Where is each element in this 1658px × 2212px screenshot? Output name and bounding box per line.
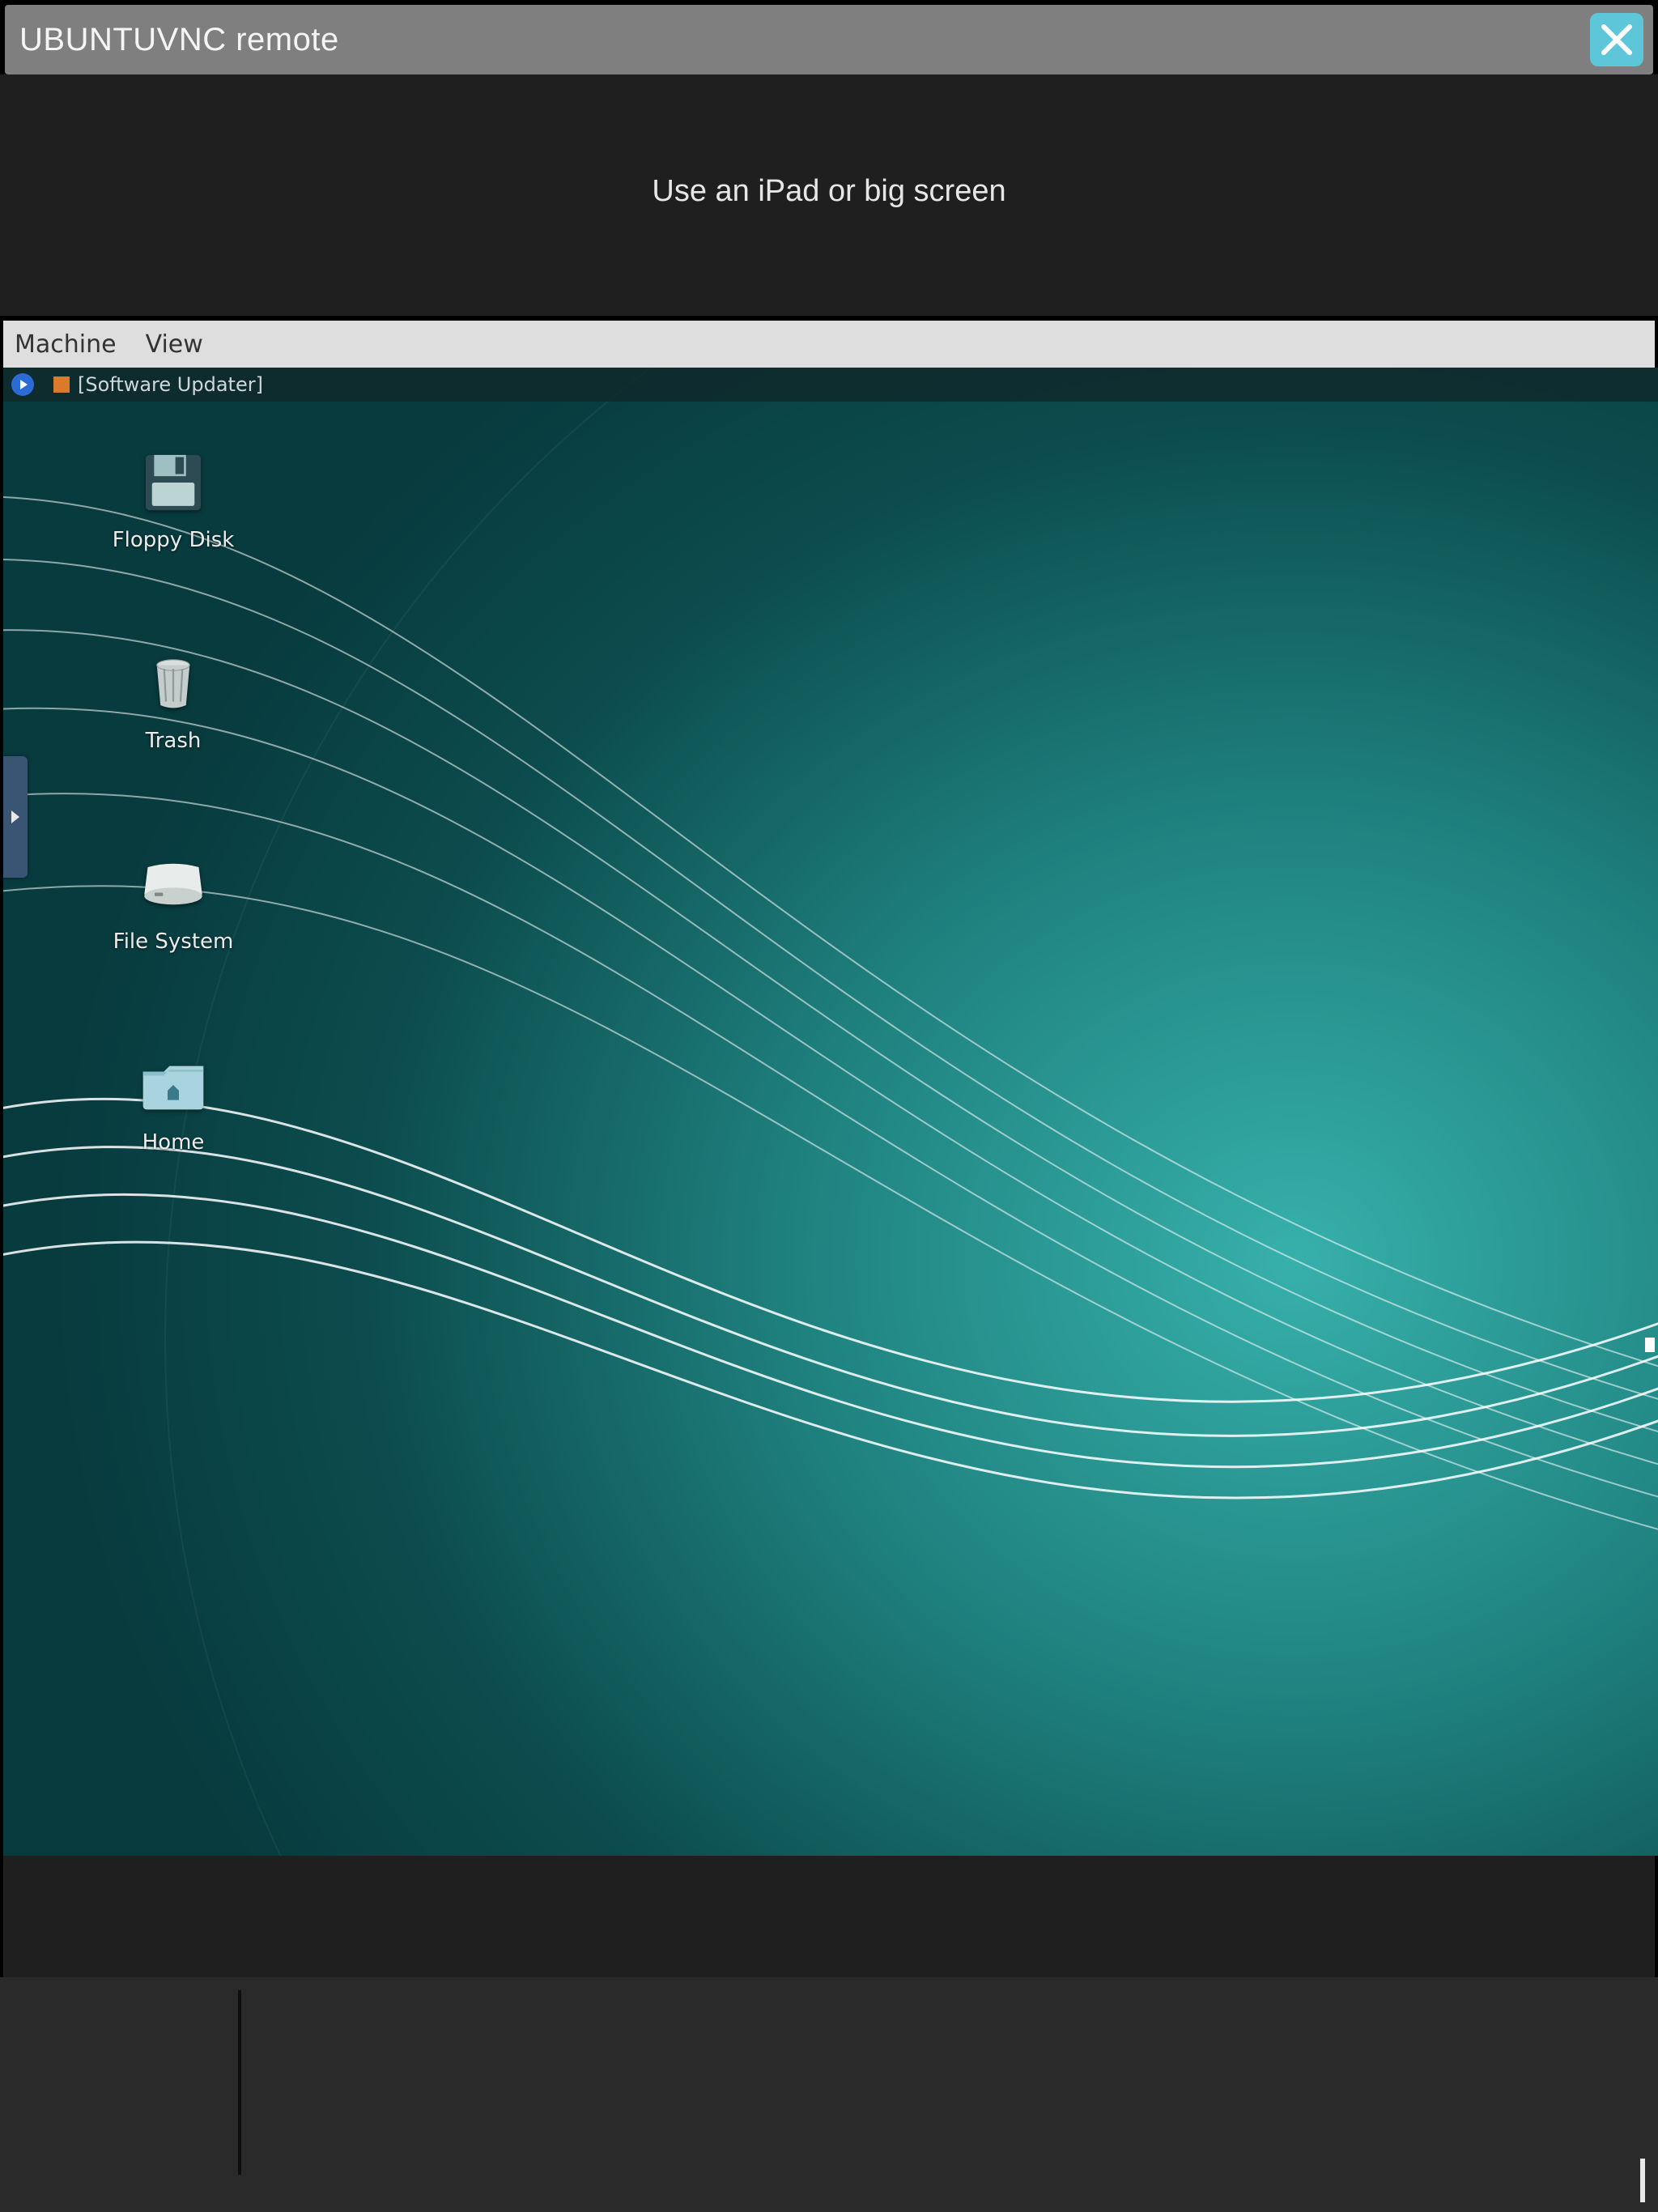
mouse-cursor <box>1645 1338 1655 1352</box>
keyboard-divider <box>238 1990 241 2175</box>
taskbar-item-software-updater[interactable]: [Software Updater] <box>45 372 271 398</box>
menu-view[interactable]: View <box>146 330 203 359</box>
desktop-icon-label: Trash <box>146 729 202 753</box>
drive-icon <box>139 850 207 918</box>
desktop-icon-label: Floppy Disk <box>113 528 235 552</box>
desktop-icon-trash[interactable]: Trash <box>76 649 270 753</box>
floppy-disk-icon <box>139 449 207 517</box>
menu-machine[interactable]: Machine <box>15 330 117 359</box>
home-folder-icon <box>139 1051 207 1119</box>
close-button[interactable] <box>1590 13 1643 66</box>
outer-titlebar: UBUNTUVNC remote <box>5 5 1653 74</box>
desktop-icon-floppy[interactable]: Floppy Disk <box>76 449 270 552</box>
side-panel-handle[interactable] <box>3 756 28 878</box>
desktop-icons: Floppy Disk Trash File Sy <box>76 449 270 1252</box>
desktop-icon-filesystem[interactable]: File System <box>76 850 270 954</box>
hint-text: Use an iPad or big screen <box>0 174 1658 209</box>
xfce-panel: [Software Updater] <box>3 368 1658 402</box>
close-icon <box>1597 20 1636 59</box>
whisker-menu-icon[interactable] <box>11 373 34 396</box>
remote-desktop[interactable]: [Software Updater] Floppy Disk <box>3 368 1658 1856</box>
lower-band <box>3 1856 1655 1977</box>
trash-icon <box>139 649 207 717</box>
desktop-icon-label: Home <box>142 1130 205 1155</box>
text-caret <box>1640 2159 1645 2202</box>
taskbar-item-label: [Software Updater] <box>78 373 263 396</box>
desktop-icon-home[interactable]: Home <box>76 1051 270 1155</box>
keyboard-area[interactable] <box>0 1977 1658 2212</box>
software-updater-icon <box>53 376 70 393</box>
window-title: UBUNTUVNC remote <box>19 22 339 58</box>
desktop-icon-label: File System <box>113 929 234 954</box>
vm-menubar: Machine View <box>3 321 1655 368</box>
